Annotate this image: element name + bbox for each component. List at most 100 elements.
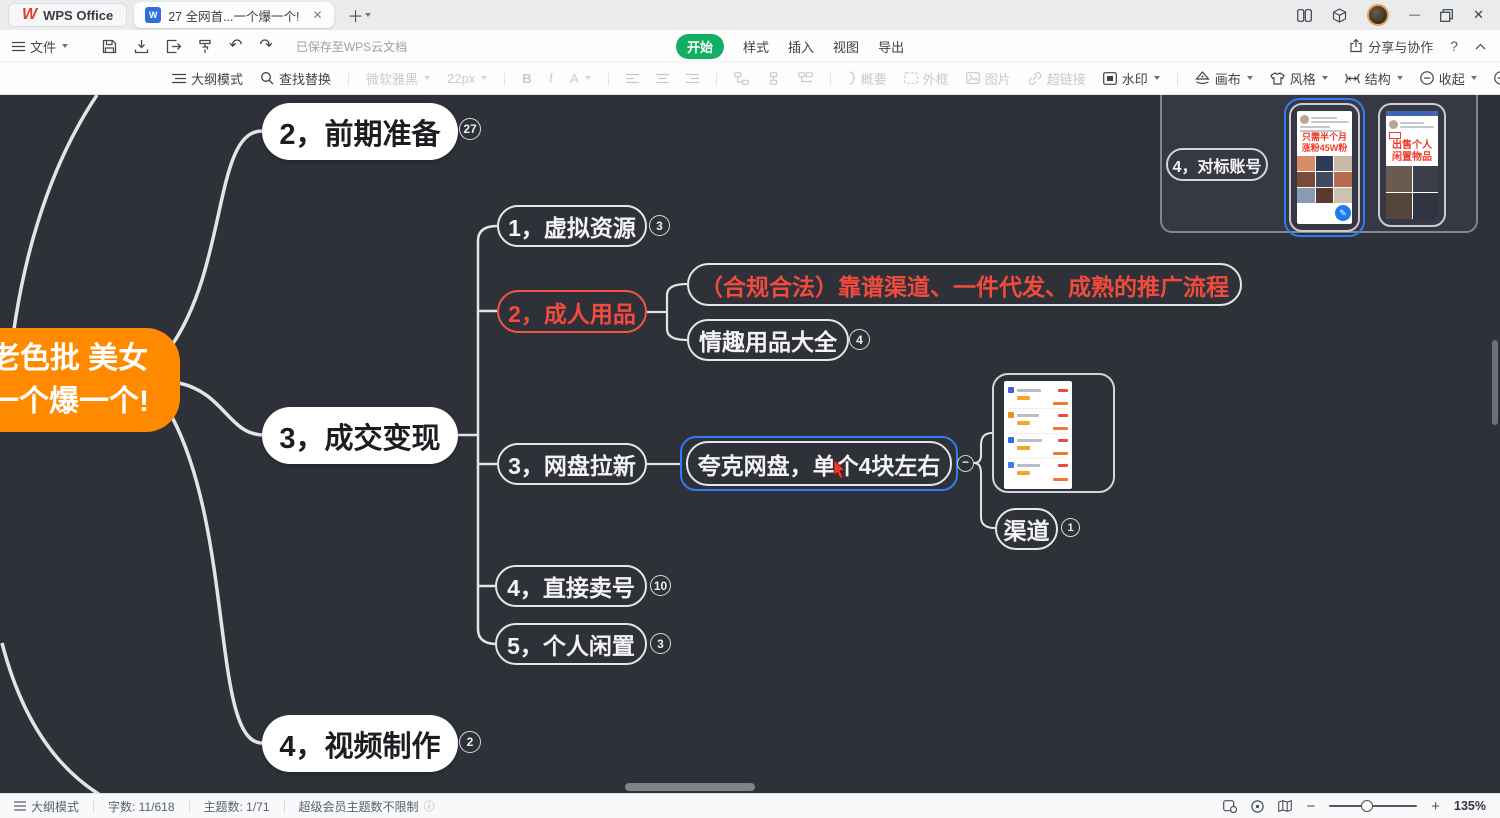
cube-icon[interactable] xyxy=(1332,8,1347,23)
node-monetization[interactable]: 3，成交变现 xyxy=(262,407,458,464)
node-sell-accounts[interactable]: 4，直接卖号 xyxy=(495,565,647,607)
node-virtual-resources[interactable]: 1，虚拟资源 xyxy=(497,205,647,247)
node-compliant-channels[interactable]: （合规合法）靠谱渠道、一件代发、成熟的推广流程 xyxy=(687,263,1242,306)
collapse-count-badge[interactable]: 2 xyxy=(459,731,481,753)
minimap-icon[interactable] xyxy=(1278,800,1292,812)
picture-icon xyxy=(966,72,980,84)
info-icon[interactable]: ⓘ xyxy=(424,798,435,814)
zoom-slider[interactable] xyxy=(1329,805,1417,807)
frame-button: 外框 xyxy=(904,69,949,88)
canvas-button[interactable]: 画布 xyxy=(1195,69,1253,88)
share-label: 分享与协作 xyxy=(1368,37,1433,56)
align-center-icon xyxy=(656,73,669,84)
user-avatar[interactable] xyxy=(1367,4,1389,26)
collapse-count-badge[interactable]: 3 xyxy=(650,633,671,654)
horizontal-scrollbar[interactable] xyxy=(625,783,755,791)
toolbar-divider xyxy=(716,71,717,86)
collapse-count-badge[interactable]: 4 xyxy=(849,329,870,350)
share-button[interactable]: 分享与协作 xyxy=(1349,37,1433,56)
node-preparation[interactable]: 2，前期准备 xyxy=(262,103,458,160)
tab-list-caret-icon[interactable] xyxy=(365,13,371,17)
collapse-button[interactable]: 收起 xyxy=(1420,69,1477,88)
canvas-caret-icon xyxy=(1247,76,1253,80)
tab-home[interactable]: 开始 xyxy=(676,34,724,59)
home-tab-label: WPS Office xyxy=(43,8,113,23)
tab-close-icon[interactable]: ✕ xyxy=(312,8,322,22)
wps-home-tab[interactable]: W WPS Office xyxy=(8,3,127,27)
minus-circle-icon xyxy=(1420,71,1434,85)
style-button[interactable]: 风格 xyxy=(1270,69,1328,88)
find-replace-button[interactable]: 查找替换 xyxy=(260,69,331,88)
expand-button[interactable]: 展开 xyxy=(1494,69,1500,88)
watermark-button[interactable]: 水印 xyxy=(1103,69,1160,88)
node-video-production[interactable]: 4，视频制作 xyxy=(262,715,458,772)
node-adult-toys-list[interactable]: 情趣用品大全 xyxy=(687,319,849,361)
hyperlink-button: 超链接 xyxy=(1028,69,1086,88)
download-button[interactable] xyxy=(134,39,149,54)
tab-view[interactable]: 视图 xyxy=(833,37,859,56)
frame-label: 外框 xyxy=(923,69,949,88)
tab-insert[interactable]: 插入 xyxy=(788,37,814,56)
zoom-out-button[interactable]: − xyxy=(1306,798,1315,815)
node-label: 3，成交变现 xyxy=(279,415,440,457)
structure-icon xyxy=(1345,72,1360,85)
zoom-slider-knob[interactable] xyxy=(1361,800,1373,812)
collapse-count-badge[interactable]: 1 xyxy=(1061,518,1080,537)
collapse-toggle-icon[interactable]: − xyxy=(957,455,974,472)
collapse-count-badge[interactable]: 3 xyxy=(649,215,670,236)
quick-access-bar: 文件 ↶ ↷ 已保存至WPS云文档 开始 样式 插入 视图 导出 分享与协作 ? xyxy=(0,30,1500,62)
center-target-icon[interactable] xyxy=(1251,800,1264,813)
export-button[interactable] xyxy=(166,39,181,54)
toolbar-divider xyxy=(830,71,831,86)
search-icon xyxy=(260,71,274,85)
close-button[interactable]: ✕ xyxy=(1473,7,1484,23)
watermark-label: 水印 xyxy=(1122,69,1148,88)
plus-circle-icon xyxy=(1494,71,1500,85)
outline-mode-button[interactable]: 大纲模式 xyxy=(172,69,243,88)
tab-export[interactable]: 导出 xyxy=(878,37,904,56)
tab-style[interactable]: 样式 xyxy=(743,37,769,56)
vip-note: 超级会员主题数不限制 ⓘ xyxy=(299,798,435,815)
node-phone-screenshot-1[interactable]: 只需半个月 涨粉45W粉 ✎ xyxy=(1289,103,1360,232)
node-benchmark-accounts[interactable]: 4，对标账号 xyxy=(1166,148,1268,181)
structure-button[interactable]: 结构 xyxy=(1345,69,1403,88)
document-tab[interactable]: W 27 全网首...一个爆一个! ✕ xyxy=(134,2,333,28)
node-personal-idle[interactable]: 5，个人闲置 xyxy=(495,623,647,665)
collapse-ribbon-icon[interactable] xyxy=(1475,43,1486,50)
redo-button[interactable]: ↷ xyxy=(259,39,272,53)
split-view-icon[interactable] xyxy=(1297,9,1312,22)
insert-parent-icon xyxy=(798,72,813,85)
file-menu[interactable]: 文件 xyxy=(12,37,68,56)
fit-screen-icon[interactable] xyxy=(1223,800,1237,813)
phone1-caption: 只需半个月 涨粉45W粉 xyxy=(1297,132,1352,154)
format-painter-button[interactable] xyxy=(198,39,212,54)
minimize-button[interactable]: — xyxy=(1409,9,1420,21)
mindmap-canvas[interactable]: 4，对标账号 只需半个月 涨粉45W粉 ✎ xyxy=(0,95,1500,793)
collapse-count-badge[interactable]: 27 xyxy=(459,118,481,140)
new-tab-button[interactable]: ＋ xyxy=(348,3,364,27)
outline-mode-icon xyxy=(14,801,26,811)
align-center-button xyxy=(656,73,669,84)
restore-button[interactable] xyxy=(1440,9,1453,22)
structure-caret-icon xyxy=(1397,76,1403,80)
node-adult-products[interactable]: 2，成人用品 xyxy=(497,290,647,333)
node-offer-list-image[interactable] xyxy=(992,373,1115,493)
help-button[interactable]: ? xyxy=(1450,38,1458,54)
vertical-scrollbar[interactable] xyxy=(1492,340,1498,425)
node-channel[interactable]: 渠道 xyxy=(995,508,1058,550)
undo-button[interactable]: ↶ xyxy=(229,39,242,53)
node-root[interactable]: 老色批 美女 一个爆一个! xyxy=(0,328,180,432)
collapse-count-badge[interactable]: 10 xyxy=(650,575,671,596)
italic-button: I xyxy=(549,70,553,86)
node-quark-netdisk[interactable]: 夸克网盘，单个4块左右 xyxy=(686,441,952,486)
node-netdisk-referral[interactable]: 3，网盘拉新 xyxy=(497,443,647,485)
statusbar: 大纲模式 字数: 11/618 主题数: 1/71 超级会员主题数不限制 ⓘ −… xyxy=(0,793,1500,818)
insert-sibling-button xyxy=(734,72,749,85)
node-phone-screenshot-2[interactable]: 出售个人 闲置物品 xyxy=(1378,103,1446,227)
zoom-in-button[interactable]: + xyxy=(1431,798,1440,815)
menu-icon xyxy=(12,41,25,52)
font-family-value: 微软雅黑 xyxy=(366,69,418,88)
save-button[interactable] xyxy=(102,39,117,54)
node-label: 1，虚拟资源 xyxy=(508,209,636,243)
statusbar-outline-mode[interactable]: 大纲模式 xyxy=(14,798,79,815)
